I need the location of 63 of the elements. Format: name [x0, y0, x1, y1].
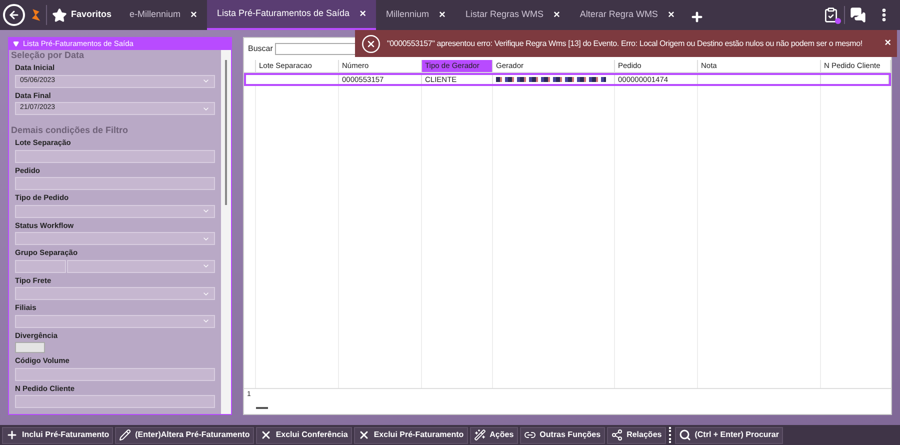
clipboard-icon[interactable] — [823, 6, 839, 24]
toolbar-button[interactable]: (Enter)Altera Pré-Faturamento — [115, 426, 254, 444]
tab-close-button[interactable]: × — [360, 6, 366, 22]
chevron-down-icon — [202, 262, 210, 270]
tab-label: Lista Pré-Faturamentos de Saída — [216, 7, 350, 20]
logo-icon — [31, 8, 41, 22]
toolbar-button[interactable]: Exclui Pré-Faturamento — [354, 426, 468, 444]
tab[interactable]: Lista Pré-Faturamentos de Saída × — [206, 0, 376, 30]
toolbar-button[interactable]: Exclui Conferência — [256, 426, 352, 444]
nodes-icon — [610, 429, 623, 441]
input-field[interactable] — [15, 150, 215, 162]
favorites-button[interactable]: Favoritos — [52, 8, 112, 22]
tab[interactable]: Listar Regras WMS × — [455, 0, 570, 30]
dropdown-field[interactable] — [67, 260, 215, 272]
tab-close-button[interactable]: × — [439, 6, 446, 24]
close-icon — [358, 429, 370, 441]
tab-close-button[interactable]: × — [190, 6, 197, 24]
toolbar-button[interactable]: Relações — [606, 426, 666, 444]
new-tab-icon[interactable] — [690, 10, 704, 24]
toast-close-button[interactable]: × — [884, 35, 891, 52]
collapse-icon — [13, 41, 19, 47]
dropdown-field[interactable] — [15, 204, 215, 218]
wand-icon — [474, 429, 486, 441]
back-button[interactable] — [3, 4, 25, 26]
tab-label: e-Millennium — [130, 8, 181, 22]
toolbar-button[interactable]: Ações — [470, 426, 518, 444]
plus-icon — [6, 429, 18, 441]
toolbar-button[interactable]: Outras Funções — [520, 426, 605, 444]
toolbar-button[interactable]: (Ctrl + Enter) Procurar — [674, 426, 783, 444]
tab-label: Millennium — [386, 8, 430, 22]
section-title: Seleção por Data — [11, 51, 86, 60]
error-icon — [361, 34, 381, 54]
chevron-down-icon — [202, 77, 210, 85]
tab-label: Alterar Regra WMS — [580, 8, 658, 22]
tab[interactable]: Alterar Regra WMS × — [570, 0, 684, 30]
input-field[interactable] — [15, 395, 215, 408]
input-field[interactable] — [15, 177, 215, 190]
input-field[interactable] — [15, 368, 215, 380]
checkbox[interactable] — [15, 342, 45, 353]
toolbar-button[interactable]: Inclui Pré-Faturamento — [2, 426, 114, 444]
chevron-down-icon — [202, 207, 210, 215]
star-icon — [52, 8, 67, 22]
dropdown-field[interactable] — [15, 314, 215, 328]
link-icon — [524, 429, 536, 441]
scrollbar-thumb[interactable] — [225, 60, 227, 205]
tab-label: Listar Regras WMS — [465, 8, 544, 22]
search-icon — [678, 429, 691, 441]
pencil-icon — [119, 429, 132, 441]
input-field[interactable] — [15, 260, 66, 272]
chat-icon[interactable] — [850, 7, 866, 23]
tab[interactable]: e-Millennium × — [120, 0, 207, 30]
dropdown-field[interactable] — [15, 287, 215, 300]
tab-close-button[interactable]: × — [553, 6, 560, 24]
horizontal-scrollbar[interactable] — [256, 407, 268, 409]
tab[interactable]: Millennium × — [376, 0, 456, 30]
chevron-down-icon — [202, 317, 210, 325]
error-message: "0000553157" apresentou erro: Verifique Regra Wms [13] do Evento. Erro: Local Origem ou Destino estão nulos ou não podem ser o mesmo! — [387, 38, 864, 48]
arrow-left-icon — [8, 9, 20, 21]
section-title: Demais condições de Filtro — [11, 126, 130, 135]
dropdown-field[interactable] — [15, 232, 215, 245]
search-label: Buscar — [248, 43, 273, 55]
close-icon — [260, 429, 272, 441]
tab-close-button[interactable]: × — [668, 6, 674, 24]
